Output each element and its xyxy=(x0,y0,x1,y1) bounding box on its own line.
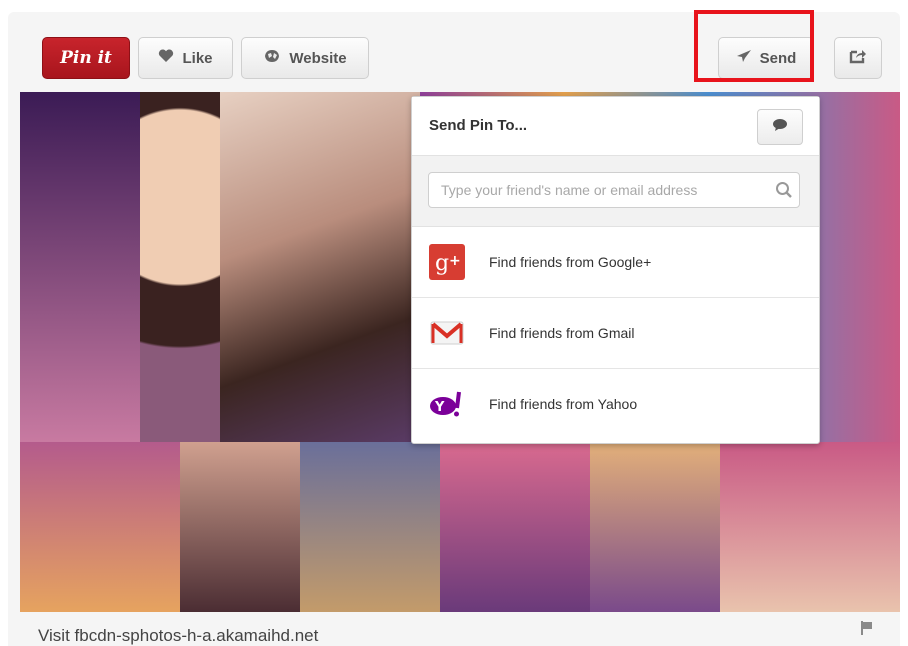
send-label: Send xyxy=(759,49,797,67)
svg-text:+: + xyxy=(449,253,461,269)
yahoo-icon: Y xyxy=(429,386,465,422)
pin-footer: Visit fbcdn-sphotos-h-a.akamaihd.net xyxy=(8,612,900,646)
google-plus-label: Find friends from Google+ xyxy=(489,254,652,270)
dropdown-header: Send Pin To... xyxy=(412,97,819,156)
send-pin-dropdown: Send Pin To... g+ Find friends from Goog… xyxy=(411,96,820,444)
website-button[interactable]: Website xyxy=(241,37,369,79)
speech-bubble-icon xyxy=(772,118,788,137)
like-label: Like xyxy=(182,49,213,67)
image-tile xyxy=(300,442,443,612)
gmail-label: Find friends from Gmail xyxy=(489,325,635,341)
image-region xyxy=(140,92,220,442)
heart-icon xyxy=(158,49,174,67)
image-tile xyxy=(20,442,183,612)
yahoo-label: Find friends from Yahoo xyxy=(489,396,638,412)
image-tile xyxy=(720,442,900,612)
friend-search-section xyxy=(412,156,819,227)
message-button[interactable] xyxy=(757,109,803,145)
pin-toolbar: Pin it Like Website Send xyxy=(8,12,900,92)
image-tile xyxy=(180,442,303,612)
find-friends-google-plus[interactable]: g + Find friends from Google+ xyxy=(412,227,819,298)
pin-it-button[interactable]: Pin it xyxy=(42,37,130,79)
paper-plane-icon xyxy=(736,49,752,67)
find-friends-yahoo[interactable]: Y Find friends from Yahoo xyxy=(412,369,819,439)
visit-source-link[interactable]: Visit fbcdn-sphotos-h-a.akamaihd.net xyxy=(38,626,318,646)
svg-text:g: g xyxy=(435,251,449,276)
image-region xyxy=(20,92,140,442)
send-button[interactable]: Send xyxy=(718,37,814,79)
flag-icon[interactable] xyxy=(860,620,874,641)
svg-text:Y: Y xyxy=(434,400,445,415)
friend-search-input[interactable] xyxy=(428,172,800,208)
share-icon xyxy=(849,48,867,68)
gmail-icon xyxy=(429,315,465,351)
dropdown-title: Send Pin To... xyxy=(429,117,528,134)
pin-it-label: Pin it xyxy=(60,48,112,68)
image-tile xyxy=(440,442,593,612)
globe-icon xyxy=(263,48,281,68)
image-region xyxy=(220,92,420,442)
find-friends-gmail[interactable]: Find friends from Gmail xyxy=(412,298,819,369)
share-button[interactable] xyxy=(834,37,882,79)
google-plus-icon: g + xyxy=(429,244,465,280)
website-label: Website xyxy=(289,49,347,67)
search-icon xyxy=(775,181,793,204)
image-tile xyxy=(590,442,723,612)
like-button[interactable]: Like xyxy=(138,37,233,79)
